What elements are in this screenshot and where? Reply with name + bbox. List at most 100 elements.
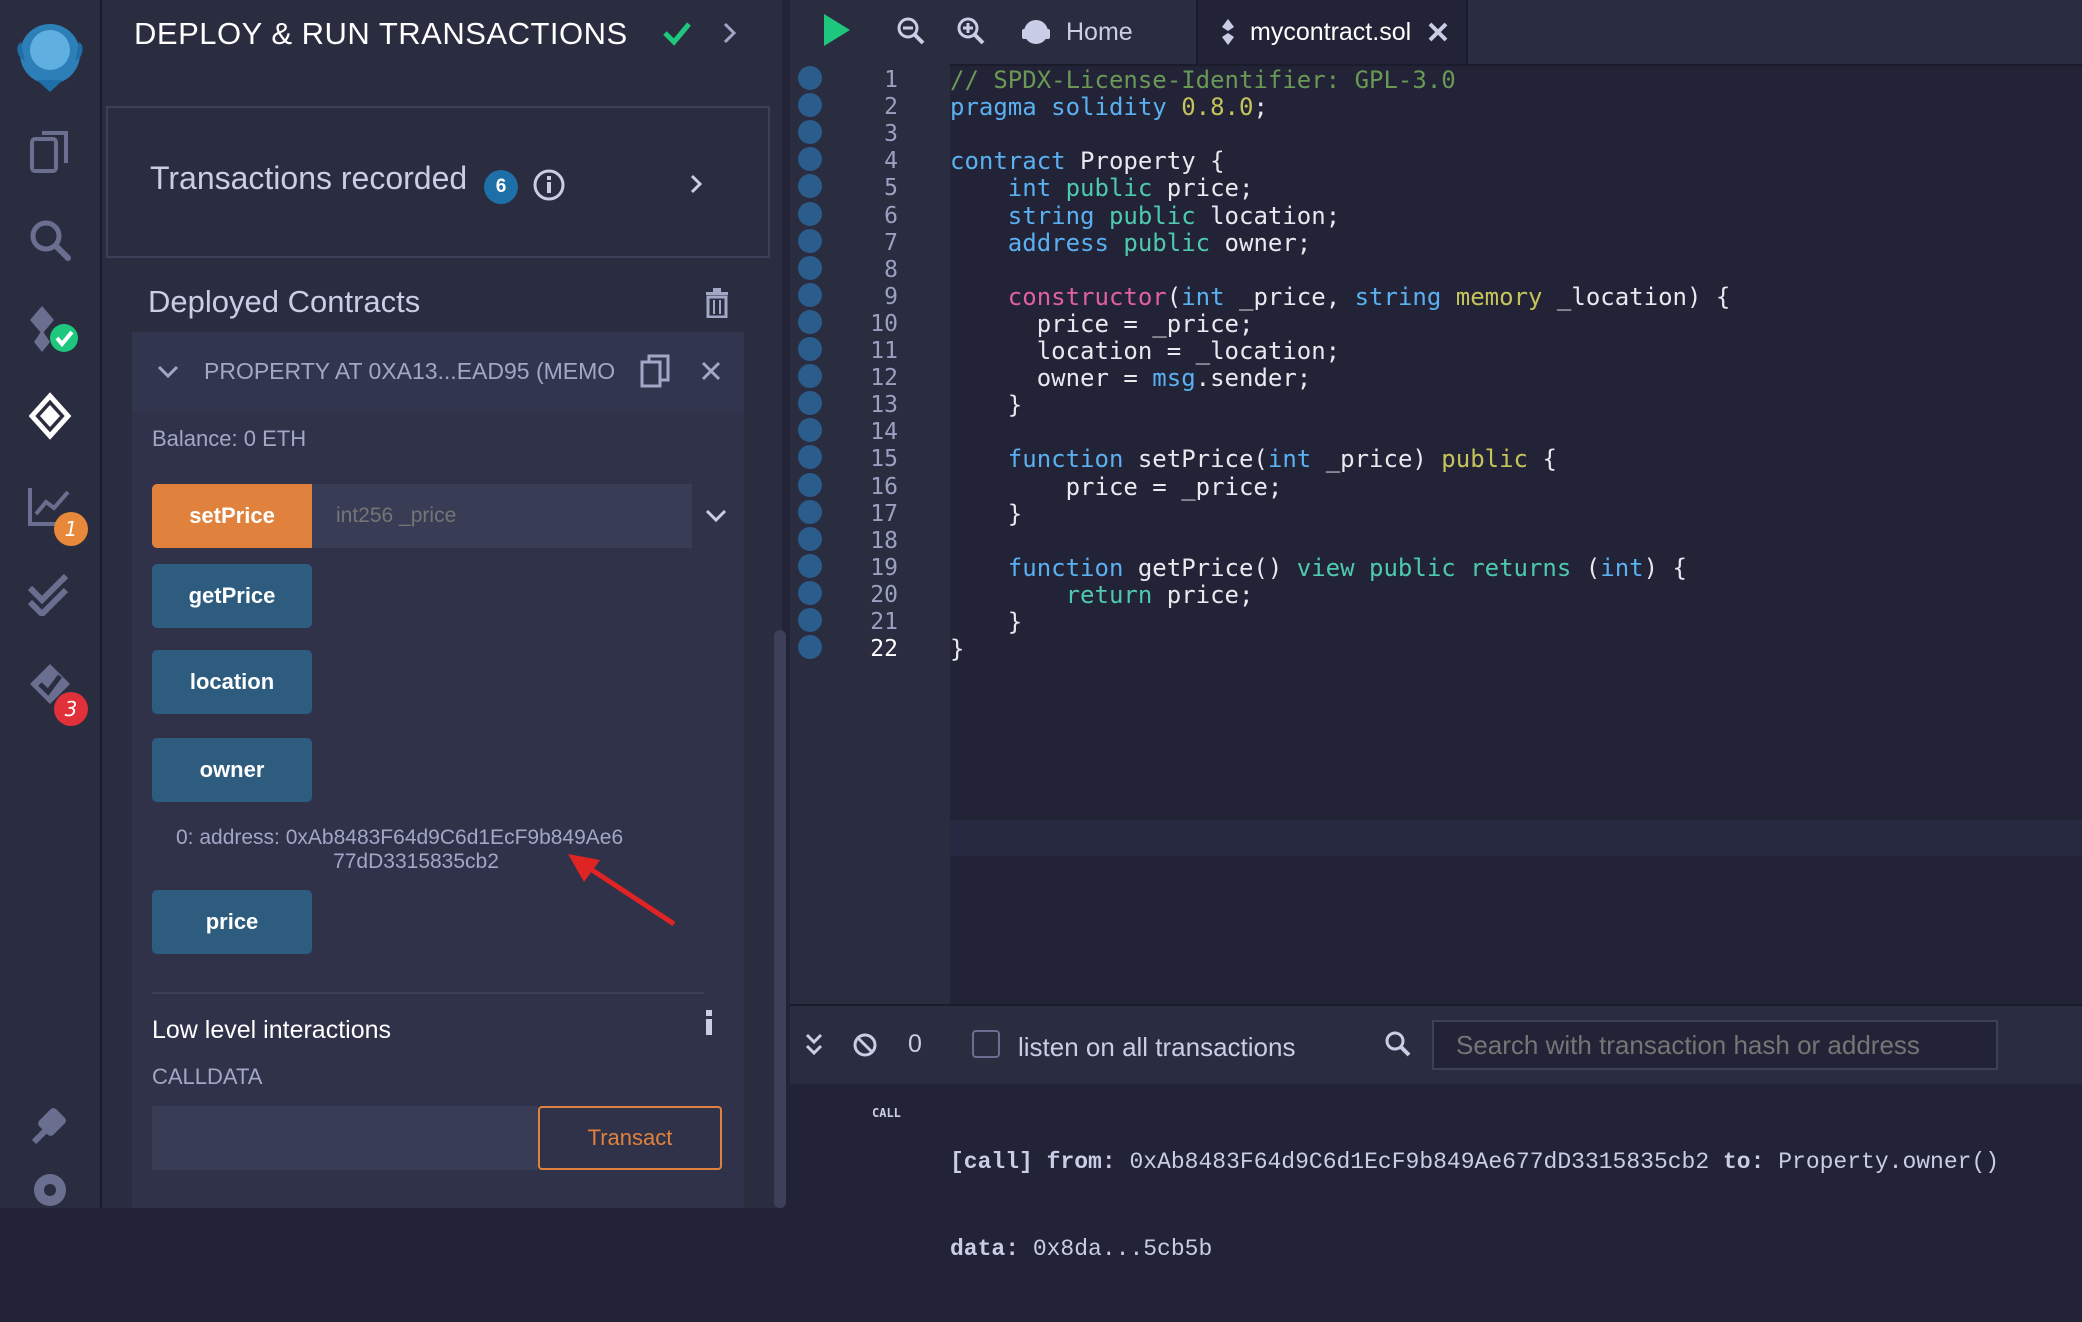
panel-scrollbar[interactable] [774,630,786,1208]
close-tab-icon[interactable] [1427,21,1449,43]
setprice-button[interactable]: setPrice [152,484,312,548]
tab-mycontract[interactable]: mycontract.sol [1196,0,1468,64]
close-icon[interactable] [700,360,722,387]
code-token: 0.8.0 [1181,93,1254,122]
code-line: string public location; [950,202,1340,230]
listen-checkbox[interactable] [972,1030,1000,1058]
code-token: owner; [1210,228,1312,257]
code-token: price = _price; [950,472,1283,501]
copy-icon[interactable] [640,354,670,393]
code-token: ( [1166,282,1182,311]
code-line: pragma solidity 0.8.0; [950,93,1268,121]
log-to-value: Property.owner() [1778,1149,2000,1175]
solidity-file-icon [1222,19,1234,45]
chevron-right-icon[interactable] [688,172,706,201]
log-entry[interactable]: [call] from: 0xAb8483F64d9C6d1EcF9b849Ae… [950,1090,1999,1322]
code-line: function setPrice(int _price) public { [950,445,1557,473]
file-explorer-icon[interactable] [0,112,100,192]
code-token: int [1007,174,1052,203]
search-icon [1384,1030,1412,1063]
code-token: } [950,391,1023,420]
code-token: _price, [1224,282,1355,311]
line-number: 19 [870,554,898,581]
zoom-out-icon[interactable] [896,16,926,51]
code-token: owner = [950,364,1153,393]
log-from-value: 0xAb8483F64d9C6d1EcF9b849Ae677dD3315835c… [1129,1149,1710,1175]
chevron-down-icon[interactable] [704,506,728,531]
terminal-search-input[interactable] [1432,1020,1998,1070]
tab-home[interactable]: Home [1020,0,1190,64]
log-data-value: 0x8da...5cb5b [1032,1236,1213,1262]
run-script-icon[interactable] [820,12,852,53]
code-token: public [1065,174,1153,203]
pending-tx-count: 0 [908,1030,922,1058]
code-token: .sender; [1195,364,1312,393]
chevron-double-down-icon[interactable] [804,1032,824,1063]
line-number: 4 [884,148,898,175]
info-icon[interactable] [702,1008,716,1043]
code-line: price = _price; [950,309,1254,338]
test-checks-icon[interactable] [0,554,100,634]
calldata-label: CALLDATA [152,1064,263,1089]
code-token: int [1181,282,1225,311]
trash-icon[interactable] [704,288,730,323]
verification-icon[interactable]: 3 [0,644,100,726]
code-token: ; [1253,93,1268,122]
terminal-log: CALL [call] from: 0xAb8483F64d9C6d1EcF9b… [790,1084,2082,1262]
location-button[interactable]: location [152,650,312,714]
code-line: function getPrice() view public returns … [950,554,1687,582]
code-line: } [950,608,1022,636]
settings-gear-icon[interactable] [0,1168,100,1208]
price-button[interactable]: price [152,890,312,954]
line-number: 7 [884,229,898,256]
code-editor[interactable]: // SPDX-License-Identifier: GPL-3.0 pragm… [950,64,2082,1004]
remix-logo-icon[interactable] [0,10,100,100]
code-token: public [1441,445,1528,474]
code-token: constructor [1007,282,1167,311]
transactions-count-badge: 6 [484,170,518,204]
zoom-in-icon[interactable] [956,16,986,51]
code-token: public [1369,553,1456,582]
line-number: 6 [884,202,898,229]
deployed-contract-card: PROPERTY AT 0XA13...EAD95 (MEMORY) Balan… [132,332,744,1208]
analysis-icon[interactable]: 1 [0,466,100,546]
contract-header[interactable]: PROPERTY AT 0XA13...EAD95 (MEMORY) [132,332,744,412]
annotation-arrow [568,854,676,927]
transact-button[interactable]: Transact [538,1106,722,1170]
code-token: return [1065,580,1153,609]
chevron-right-icon[interactable] [720,20,740,51]
chevron-down-icon[interactable] [156,362,180,387]
line-number: 22 [870,636,898,663]
code-token: getPrice() [1123,553,1297,582]
search-icon[interactable] [0,200,100,280]
plugin-manager-icon[interactable] [0,1084,100,1164]
transactions-recorded-label: Transactions recorded [150,160,468,196]
line-number: 8 [884,256,898,283]
calldata-input[interactable] [152,1106,538,1170]
solidity-compiler-icon[interactable] [0,288,100,368]
transactions-recorded-section[interactable]: Transactions recorded 6 [106,106,770,258]
code-token: price; [1152,174,1254,203]
editor-area: Home mycontract.sol 1 2 3 4 5 6 7 8 9 10 11 12 13 14 1… [790,0,2082,1262]
getprice-button[interactable]: getPrice [152,564,312,628]
code-token: price = _price; [950,309,1254,338]
code-token: } [950,499,1023,528]
clear-ban-icon[interactable] [852,1032,878,1063]
code-token: int [1600,553,1644,582]
listen-label: listen on all transactions [1018,1032,1296,1062]
line-number: 16 [870,473,898,500]
deploy-run-icon[interactable] [0,376,100,456]
contract-name: PROPERTY AT 0XA13...EAD95 (MEMORY) [204,358,614,384]
code-token: } [950,635,965,664]
owner-button[interactable]: owner [152,738,312,802]
code-line: address public owner; [950,229,1311,257]
setprice-param-input[interactable] [312,484,692,548]
info-icon[interactable] [532,168,566,207]
